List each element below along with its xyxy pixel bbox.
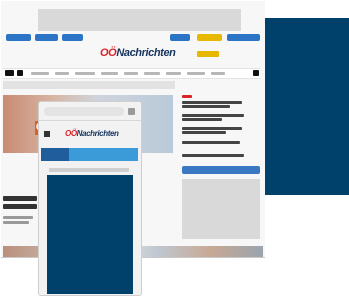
teaser-line xyxy=(3,221,29,224)
phone-site-logo[interactable]: OÖNachrichten xyxy=(65,129,119,138)
nav-pill-2[interactable] xyxy=(35,34,58,41)
phone-text-line xyxy=(49,168,129,172)
nav-pill-1[interactable] xyxy=(6,34,31,41)
sidebar-headline[interactable] xyxy=(182,127,242,130)
main-navbar xyxy=(3,68,260,79)
navy-overlay-right xyxy=(265,18,349,195)
nav-item[interactable] xyxy=(211,72,225,75)
headline-line xyxy=(3,196,37,201)
home-icon[interactable] xyxy=(17,70,23,76)
promo-badge[interactable] xyxy=(197,51,219,57)
phone-menu-icon[interactable] xyxy=(44,131,50,137)
sidebar-headline[interactable] xyxy=(182,131,226,134)
nav-pill-5[interactable] xyxy=(197,34,222,41)
sidebar-button[interactable] xyxy=(182,166,260,174)
sidebar-headline[interactable] xyxy=(182,154,244,157)
logo-text: Nachrichten xyxy=(116,47,176,59)
sidebar-headline[interactable] xyxy=(182,114,244,117)
nav-item[interactable] xyxy=(101,72,118,75)
headline-line xyxy=(3,204,37,209)
sidebar-headline[interactable] xyxy=(182,141,240,144)
phone-logo-text: Nachrichten xyxy=(76,129,119,138)
sidebar-headline[interactable] xyxy=(182,105,230,108)
phone-url-bar[interactable] xyxy=(44,107,124,116)
nav-item[interactable] xyxy=(187,72,205,75)
sidebar-headline[interactable] xyxy=(182,101,242,104)
sidebar-headlines xyxy=(182,95,260,163)
phone-ad-banner[interactable] xyxy=(41,148,138,161)
subnav-strip xyxy=(3,81,175,89)
site-logo[interactable]: OÖNachrichten xyxy=(100,47,176,59)
phone-divider xyxy=(39,120,141,121)
phone-tabs-icon[interactable] xyxy=(128,108,135,115)
nav-pill-3[interactable] xyxy=(62,34,83,41)
nav-item[interactable] xyxy=(75,72,95,75)
navy-overlay-phone xyxy=(47,175,133,294)
phone-logo-prefix: OÖ xyxy=(65,129,77,138)
nav-item[interactable] xyxy=(124,72,138,75)
sidebar-headline[interactable] xyxy=(182,118,222,121)
phone-banner-logo xyxy=(41,148,69,161)
nav-pill-6[interactable] xyxy=(227,34,260,41)
logo-prefix: OÖ xyxy=(100,47,117,59)
sidebar-label xyxy=(182,95,192,98)
teaser-line xyxy=(3,216,33,219)
nav-item[interactable] xyxy=(144,72,160,75)
nav-item[interactable] xyxy=(31,72,49,75)
menu-icon[interactable] xyxy=(5,70,14,76)
sidebar-ad xyxy=(182,179,260,239)
nav-item[interactable] xyxy=(166,72,181,75)
nav-pill-4[interactable] xyxy=(170,34,190,41)
nav-item[interactable] xyxy=(55,72,69,75)
top-ad-banner xyxy=(38,9,241,31)
search-icon[interactable] xyxy=(253,70,259,76)
